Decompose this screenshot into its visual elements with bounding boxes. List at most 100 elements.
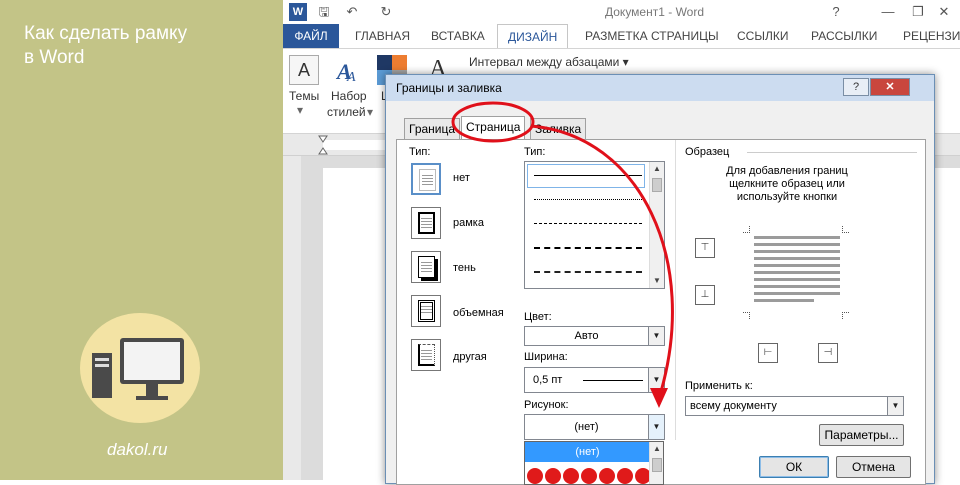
preview-corner-bl	[743, 312, 750, 319]
themes-label[interactable]: Темы	[289, 89, 319, 103]
top-border-button[interactable]: ⊤	[695, 238, 715, 258]
tab-page-border[interactable]: Страница	[461, 116, 526, 140]
vertical-ruler	[283, 156, 301, 480]
line-style-list[interactable]: ▲ ▼	[524, 161, 665, 289]
setting-box-icon[interactable]	[411, 207, 441, 239]
tab-layout[interactable]: РАЗМЕТКА СТРАНИЦЫ	[575, 24, 729, 48]
right-border-button[interactable]: ⊣	[818, 343, 838, 363]
promo-title-line2: в Word	[24, 47, 85, 68]
redo-icon[interactable]: ↻	[377, 3, 395, 21]
restore-button[interactable]: ❐	[909, 3, 927, 21]
tab-shading[interactable]: Заливка	[530, 118, 587, 139]
borders-shading-dialog: Границы и заливка ? ✕ Граница Страница З…	[385, 74, 935, 485]
chevron-down-icon[interactable]: ▼	[648, 327, 664, 345]
preview-corner-tr	[842, 226, 849, 233]
dialog-title: Границы и заливка	[396, 81, 502, 95]
themes-icon[interactable]: A	[289, 55, 319, 85]
bottom-border-button[interactable]: ⊥	[695, 285, 715, 305]
page-border-panel: Тип: нет рамка тень объемная другая Тип:	[396, 139, 926, 485]
help-icon[interactable]: ?	[827, 3, 845, 21]
line-style-scrollbar[interactable]: ▲ ▼	[649, 162, 664, 288]
color-select[interactable]: Авто ▼	[524, 326, 665, 346]
promo-title: Как сделать рамку в Word	[24, 22, 187, 70]
setting-label: Тип:	[409, 146, 431, 158]
undo-icon[interactable]: ↶	[343, 3, 361, 21]
chevron-down-icon[interactable]: ▼	[648, 368, 664, 392]
paragraph-spacing[interactable]: Интервал между абзацами ▾	[469, 55, 629, 69]
cancel-button[interactable]: Отмена	[836, 456, 911, 478]
word-app-icon[interactable]: W	[289, 3, 307, 21]
setting-3d-icon[interactable]	[411, 295, 441, 327]
quick-access-toolbar: W 🖫 ↶ ↻ Документ1 - Word ? — ❐ ✕	[283, 0, 960, 24]
themes-dropdown-icon[interactable]: ▾	[297, 103, 303, 117]
scroll-thumb[interactable]	[652, 458, 662, 472]
apply-to-select[interactable]: всему документу ▼	[685, 396, 904, 416]
setting-custom-icon[interactable]	[411, 339, 441, 371]
scroll-up-icon[interactable]: ▲	[650, 162, 664, 176]
ok-button[interactable]: ОК	[759, 456, 829, 478]
setting-none-label[interactable]: нет	[453, 172, 470, 184]
tab-borders[interactable]: Граница	[404, 118, 461, 139]
style-label: Тип:	[524, 146, 546, 158]
preview-corner-tl	[743, 226, 750, 233]
color-label: Цвет:	[524, 311, 552, 323]
setting-3d-label[interactable]: объемная	[453, 307, 504, 319]
dialog-close-button[interactable]: ✕	[870, 78, 910, 96]
scroll-up-icon[interactable]: ▲	[650, 442, 663, 456]
art-label: Рисунок:	[524, 399, 569, 411]
setting-shadow-icon[interactable]	[411, 251, 441, 283]
dialog-help-button[interactable]: ?	[843, 78, 869, 96]
width-select[interactable]: 0,5 пт ▼	[524, 367, 665, 393]
style-set-icon[interactable]: AA	[335, 57, 363, 85]
style-set-dropdown-icon[interactable]: ▾	[367, 105, 373, 119]
paragraph-spacing-label: Интервал между абзацами	[469, 55, 620, 69]
tab-design[interactable]: ДИЗАЙН	[497, 24, 569, 49]
column-divider	[675, 140, 676, 440]
promo-panel: Как сделать рамку в Word dakol.ru	[0, 0, 283, 480]
apply-to-label: Применить к:	[685, 380, 753, 392]
art-option-none[interactable]: (нет)	[525, 442, 650, 462]
computer-logo	[80, 313, 200, 423]
site-name: dakol.ru	[107, 440, 168, 459]
promo-title-line1: Как сделать рамку	[24, 23, 188, 44]
ribbon-tabs: ФАЙЛ ГЛАВНАЯ ВСТАВКА ДИЗАЙН РАЗМЕТКА СТР…	[283, 24, 960, 49]
tab-mailings[interactable]: РАССЫЛКИ	[801, 24, 887, 48]
art-option-apples[interactable]	[525, 464, 651, 484]
art-select[interactable]: (нет) ▼	[524, 414, 665, 440]
setting-custom-label[interactable]: другая	[453, 351, 487, 363]
art-dropdown-list[interactable]: (нет) ▲	[524, 441, 664, 485]
style-set-label-line2[interactable]: стилей	[327, 105, 366, 119]
window-title: Документ1 - Word	[605, 5, 705, 19]
style-set-glyph: AA	[335, 59, 356, 85]
width-label: Ширина:	[524, 351, 568, 363]
preview-corner-br	[842, 312, 849, 319]
tab-references[interactable]: ССЫЛКИ	[727, 24, 798, 48]
tab-insert[interactable]: ВСТАВКА	[421, 24, 495, 48]
close-window-button[interactable]: ✕	[935, 3, 953, 21]
art-dropdown-scrollbar[interactable]: ▲	[649, 442, 663, 484]
setting-none-icon[interactable]	[411, 163, 441, 195]
save-icon[interactable]: 🖫	[315, 3, 333, 21]
options-button[interactable]: Параметры...	[819, 424, 904, 446]
tab-review[interactable]: РЕЦЕНЗИРОВАНИЕ	[893, 24, 960, 48]
style-set-label-line1[interactable]: Набор	[331, 89, 367, 103]
minimize-button[interactable]: —	[879, 3, 897, 21]
tab-file[interactable]: ФАЙЛ	[283, 24, 339, 48]
left-border-button[interactable]: ⊢	[758, 343, 778, 363]
svg-text:A: A	[346, 70, 356, 85]
line-style-selected[interactable]	[527, 164, 645, 188]
tab-home[interactable]: ГЛАВНАЯ	[345, 24, 420, 48]
apply-to-value: всему документу	[690, 400, 777, 412]
computer-icon	[92, 338, 184, 400]
preview-label: Образец	[685, 146, 730, 158]
setting-box-label[interactable]: рамка	[453, 217, 484, 229]
setting-shadow-label[interactable]: тень	[453, 262, 476, 274]
dialog-titlebar[interactable]: Границы и заливка ? ✕	[386, 75, 934, 101]
chevron-down-icon[interactable]: ▼	[648, 415, 664, 439]
scroll-down-icon[interactable]: ▼	[650, 274, 664, 288]
color-value: Авто	[574, 330, 599, 342]
apple-pattern-icon	[527, 468, 651, 484]
chevron-down-icon[interactable]: ▼	[887, 397, 903, 415]
width-value: 0,5 пт	[533, 374, 563, 386]
scroll-thumb[interactable]	[652, 178, 662, 192]
